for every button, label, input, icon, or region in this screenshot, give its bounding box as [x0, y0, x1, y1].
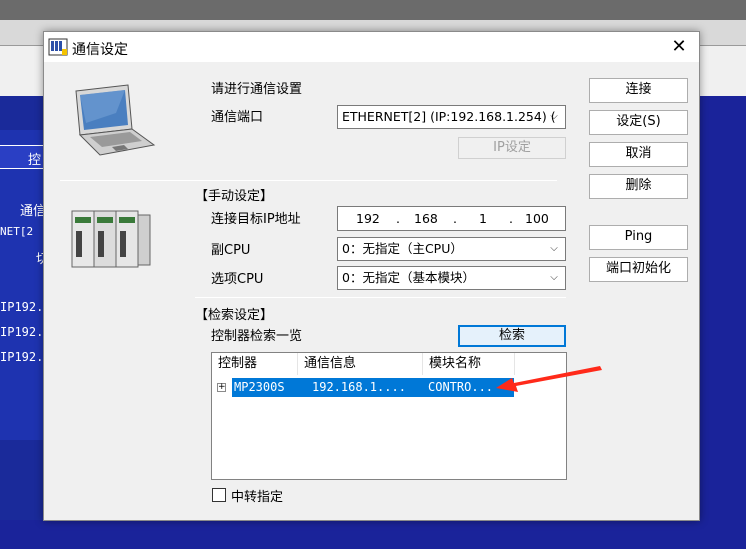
- cancel-button[interactable]: 取消: [589, 142, 688, 167]
- background-label: NET[2: [0, 225, 34, 238]
- relay-checkbox[interactable]: [212, 488, 226, 502]
- port-init-button[interactable]: 端口初始化: [589, 257, 688, 282]
- background-bottom: [0, 520, 746, 549]
- ip-dot: .: [453, 211, 457, 226]
- divider: [60, 180, 557, 181]
- chevron-down-icon: ⌵: [550, 111, 558, 122]
- option-cpu-value: 0：无指定（基本模块）: [342, 270, 475, 285]
- plc-module-icon: [71, 210, 151, 268]
- dialog-title: 通信设定: [72, 42, 128, 58]
- dialog-titlebar[interactable]: 通信设定 ✕: [44, 32, 699, 62]
- option-cpu-select[interactable]: 0：无指定（基本模块） ⌵: [337, 266, 566, 290]
- ip-octet-1: 192: [356, 211, 380, 226]
- sub-cpu-value: 0：无指定（主CPU）: [342, 241, 463, 256]
- ip-octet-4: 100: [525, 211, 549, 226]
- ip-octet-2: 168: [414, 211, 438, 226]
- background-label: 控: [28, 153, 42, 168]
- chevron-down-icon: ⌵: [550, 272, 558, 283]
- communication-settings-dialog: 通信设定 ✕ 请进行通信设置 通信端口 ETHERNET[2] (IP:192.…: [43, 31, 700, 521]
- background-label: IP192.: [0, 350, 44, 364]
- row-module-name: CONTRO...: [428, 380, 494, 394]
- port-select-value: ETHERNET[2] (IP:192.168.1.254) (: [342, 109, 556, 124]
- row-controller: MP2300S: [234, 380, 285, 394]
- search-section-title: 【检索设定】: [195, 308, 274, 323]
- column-controller[interactable]: 控制器: [212, 353, 298, 375]
- close-button[interactable]: ✕: [667, 36, 691, 58]
- background-label: IP192.: [0, 300, 44, 314]
- ip-octet-3: 1: [479, 211, 487, 226]
- port-select[interactable]: ETHERNET[2] (IP:192.168.1.254) ( ⌵: [337, 105, 566, 129]
- background-right-panel: [700, 96, 746, 549]
- delete-button[interactable]: 删除: [589, 174, 688, 199]
- manual-section-title: 【手动设定】: [195, 189, 274, 204]
- ping-button[interactable]: Ping: [589, 225, 688, 250]
- row-comm-info: 192.168.1....: [312, 380, 406, 394]
- target-ip-input[interactable]: 192 . 168 . 1 . 100: [337, 206, 566, 231]
- ip-setting-button[interactable]: IP设定: [458, 137, 566, 159]
- divider: [195, 297, 566, 298]
- chevron-down-icon: ⌵: [550, 243, 558, 254]
- expand-icon[interactable]: +: [217, 383, 226, 392]
- sub-cpu-label: 副CPU: [211, 243, 251, 258]
- background-titlebar: [0, 0, 746, 20]
- option-cpu-label: 选项CPU: [211, 272, 264, 287]
- background-label: IP192.: [0, 325, 44, 339]
- prompt-text: 请进行通信设置: [211, 82, 303, 97]
- settings-button[interactable]: 设定(S): [589, 110, 688, 135]
- controller-list-label: 控制器检索一览: [211, 329, 303, 344]
- port-label: 通信端口: [211, 110, 264, 125]
- search-button[interactable]: 检索: [458, 325, 566, 347]
- list-item[interactable]: MP2300S 192.168.1.... CONTRO...: [232, 378, 514, 397]
- column-comm-info[interactable]: 通信信息: [298, 353, 423, 375]
- background-left-panel: 控 通信 NET[2 切 IP192. IP192. IP192.: [0, 130, 49, 440]
- laptop-icon: [75, 84, 156, 156]
- relay-checkbox-label: 中转指定: [231, 490, 284, 505]
- app-icon: [48, 38, 68, 56]
- connect-button[interactable]: 连接: [589, 78, 688, 103]
- annotation-arrow-icon: [496, 366, 602, 392]
- sub-cpu-select[interactable]: 0：无指定（主CPU） ⌵: [337, 237, 566, 261]
- ip-dot: .: [396, 211, 400, 226]
- target-ip-label: 连接目标IP地址: [211, 212, 301, 227]
- ip-dot: .: [509, 211, 513, 226]
